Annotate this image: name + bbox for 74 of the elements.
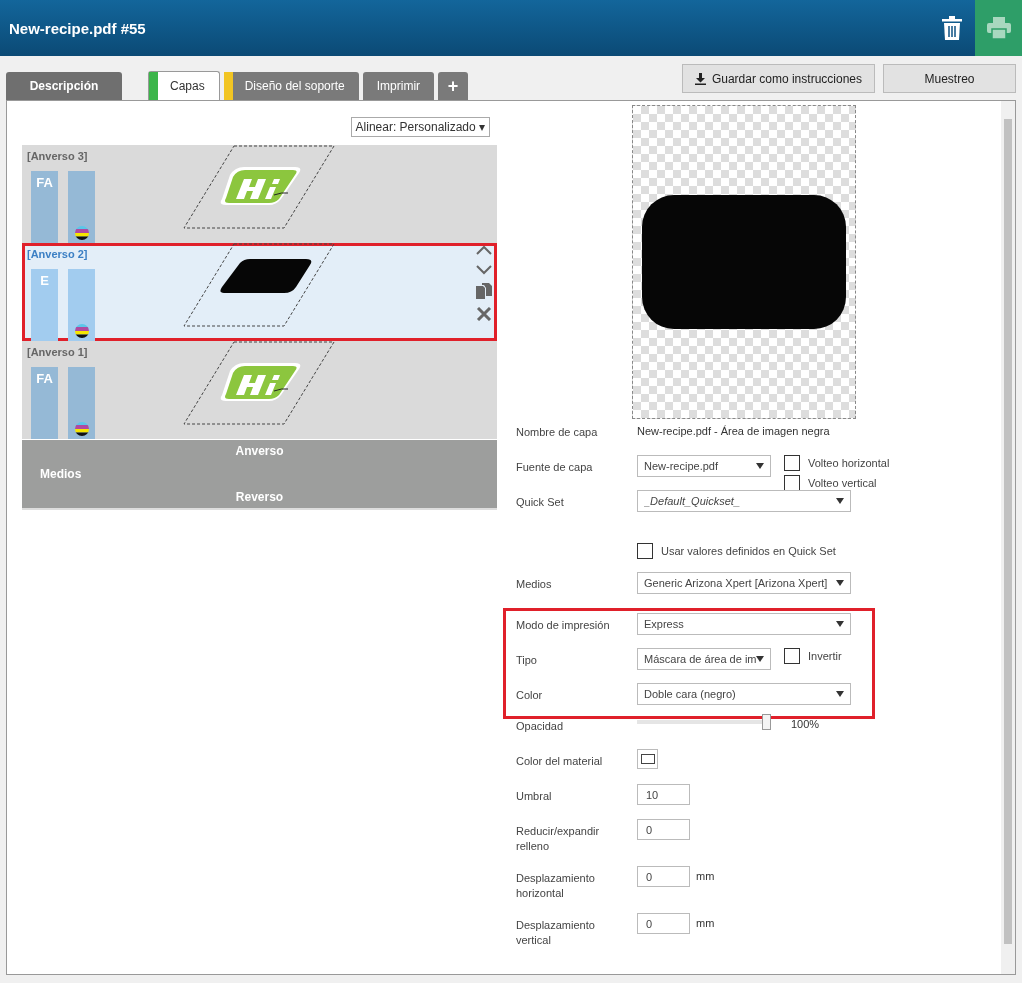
field-label: Medios (516, 577, 553, 592)
checkbox-label: Volteo horizontal (808, 457, 890, 469)
field-label: Modo de impresión (516, 618, 611, 633)
dropdown-arrow-icon (836, 580, 844, 586)
checkbox-label: Invertir (808, 650, 842, 662)
checkbox[interactable] (637, 542, 653, 559)
align-dropdown[interactable]: Alinear: Personalizado ▾ (350, 117, 490, 137)
ink-icon (74, 422, 89, 436)
layer-name: [Anverso 1] (27, 346, 88, 358)
add-tab-button[interactable]: + (438, 72, 469, 100)
save-instructions-button[interactable]: Guardar como instrucciones (681, 64, 875, 93)
checkbox-label: Volteo vertical (808, 477, 877, 489)
dropdown-arrow-icon (836, 498, 844, 504)
field-label: Opacidad (516, 719, 565, 734)
dropdown[interactable]: Doble cara (negro) (637, 683, 851, 705)
tab[interactable]: Capas (148, 71, 220, 100)
number-field[interactable]: 0 (637, 913, 690, 934)
dropdown[interactable]: Express (637, 613, 851, 635)
ink-icon (74, 324, 89, 338)
ink-icon (74, 226, 89, 240)
opacity-slider[interactable] (637, 714, 771, 730)
field-label: Desplazamiento horizontal (516, 871, 596, 901)
field-label: Desplazamiento vertical (516, 918, 596, 948)
tab[interactable]: Imprimir (362, 72, 435, 100)
dropdown[interactable]: Máscara de área de im (637, 648, 771, 670)
slider-reading: 100% (791, 718, 820, 732)
field-label: Fuente de capa (516, 460, 594, 475)
checkbox-label: Usar valores definidos en Quick Set (661, 544, 836, 557)
layer-name: [Anverso 2] (27, 248, 88, 260)
color-swatch[interactable] (637, 749, 658, 769)
number-field[interactable]: 0 (637, 819, 690, 840)
field-value: New-recipe.pdf - Área de imagen negra (637, 424, 830, 439)
checkbox[interactable] (784, 648, 800, 664)
number-field[interactable]: 10 (637, 784, 690, 805)
tab[interactable]: Descripción (6, 72, 122, 100)
media-label: Medios (40, 467, 83, 481)
number-field[interactable]: 0 (637, 866, 690, 887)
layer-row[interactable]: [Anverso 1] FA (22, 341, 497, 439)
field-label: Umbral (516, 789, 553, 804)
layer-type-label: E (40, 273, 49, 288)
unit-label: mm (696, 870, 715, 884)
download-icon (694, 72, 706, 85)
field-label: Reducir/expandir relleno (516, 824, 601, 854)
slider-thumb[interactable] (762, 714, 771, 730)
scrollbar[interactable] (1001, 101, 1015, 974)
back-label: Reverso (235, 489, 284, 504)
layer-row[interactable]: [Anverso 2] E (22, 243, 497, 341)
tab[interactable]: Diseño del soporte (223, 72, 359, 100)
checkbox[interactable] (784, 455, 800, 471)
layer-type-label: FA (36, 371, 53, 386)
delete-layer-button[interactable] (476, 307, 492, 324)
dropdown-arrow-icon (756, 656, 764, 662)
layer-name: [Anverso 3] (27, 150, 88, 162)
dropdown[interactable]: New-recipe.pdf (637, 455, 771, 477)
front-label: Anverso (235, 444, 284, 459)
field-label: Nombre de capa (516, 425, 599, 440)
window-title: New-recipe.pdf #55 (9, 19, 147, 37)
layer-row[interactable]: [Anverso 3] FA (22, 145, 497, 243)
dropdown[interactable]: Generic Arizona Xpert [Arizona Xpert] (637, 572, 851, 594)
field-label: Color (516, 688, 544, 703)
trash-icon (941, 16, 962, 40)
field-label: Quick Set (516, 495, 565, 510)
printer-icon (986, 17, 1011, 39)
unit-label: mm (696, 917, 715, 931)
dropdown-arrow-icon (756, 463, 764, 469)
dropdown[interactable]: _Default_Quickset_ (637, 490, 851, 512)
layer-type-label: FA (36, 175, 53, 190)
checkbox[interactable] (784, 475, 800, 491)
dropdown-arrow-icon (836, 621, 844, 627)
sampling-button[interactable]: Muestreo (883, 64, 1016, 93)
duplicate-button[interactable] (476, 283, 492, 302)
dropdown-arrow-icon (836, 691, 844, 697)
field-label: Tipo (516, 653, 538, 668)
field-label: Color del material (516, 754, 604, 769)
